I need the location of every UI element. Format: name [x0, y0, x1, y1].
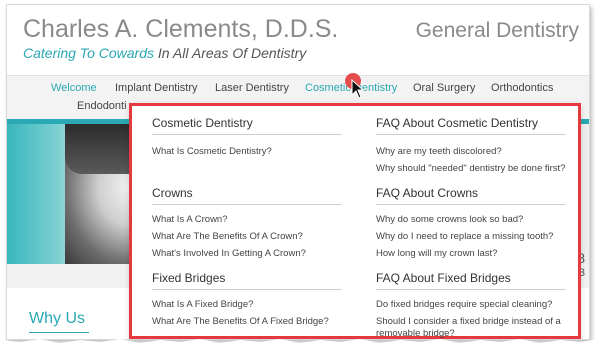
link-teeth-discolored[interactable]: Why are my teeth discolored? [376, 146, 502, 157]
cosmetic-dentistry-mega-menu: Cosmetic Dentistry What Is Cosmetic Dent… [129, 103, 581, 339]
link-replace-missing-tooth[interactable]: Why do I need to replace a missing tooth… [376, 231, 553, 242]
section-divider [152, 204, 342, 205]
section-title-crowns[interactable]: Crowns [152, 186, 193, 200]
link-crowns-look-bad[interactable]: Why do some crowns look so bad? [376, 214, 523, 225]
link-benefits-of-a-crown[interactable]: What Are The Benefits Of A Crown? [152, 231, 303, 242]
tagline: Catering To Cowards In All Areas Of Dent… [23, 45, 306, 61]
section-title-faq-cosmetic[interactable]: FAQ About Cosmetic Dentistry [376, 116, 538, 130]
section-divider [152, 134, 342, 135]
link-what-is-a-crown[interactable]: What Is A Crown? [152, 214, 228, 225]
link-getting-a-crown[interactable]: What's Involved In Getting A Crown? [152, 248, 306, 259]
why-us-underline [29, 332, 89, 333]
specialty-title: General Dentistry [415, 19, 579, 42]
section-title-fixed-bridges[interactable]: Fixed Bridges [152, 271, 225, 285]
tagline-accent: Catering To Cowards [23, 45, 154, 61]
browser-page: Charles A. Clements, D.D.S. Catering To … [6, 4, 590, 340]
site-header: Charles A. Clements, D.D.S. Catering To … [7, 5, 589, 75]
link-crown-last[interactable]: How long will my crown last? [376, 248, 497, 259]
nav-item-laser-dentistry[interactable]: Laser Dentistry [215, 82, 289, 94]
section-divider [376, 204, 566, 205]
link-benefits-of-a-fixed-bridge[interactable]: What Are The Benefits Of A Fixed Bridge? [152, 316, 329, 327]
section-title-faq-fixed-bridges[interactable]: FAQ About Fixed Bridges [376, 271, 511, 285]
nav-item-implant-dentistry[interactable]: Implant Dentistry [115, 82, 198, 94]
mouse-cursor-icon [351, 79, 365, 99]
why-us-heading: Why Us [29, 310, 85, 327]
section-divider [376, 289, 566, 290]
link-what-is-cosmetic-dentistry[interactable]: What Is Cosmetic Dentistry? [152, 146, 272, 157]
tagline-rest: In All Areas Of Dentistry [154, 45, 307, 61]
section-divider [152, 289, 342, 290]
link-bridges-special-cleaning[interactable]: Do fixed bridges require special cleanin… [376, 299, 552, 310]
nav-item-oral-surgery[interactable]: Oral Surgery [413, 82, 475, 94]
torn-edge [0, 339, 600, 346]
section-divider [376, 134, 566, 135]
nav-item-welcome[interactable]: Welcome [51, 82, 97, 94]
link-what-is-a-fixed-bridge[interactable]: What Is A Fixed Bridge? [152, 299, 253, 310]
nav-item-orthodontics[interactable]: Orthodontics [491, 82, 553, 94]
nav-item-endodontics[interactable]: Endodonti [77, 100, 127, 112]
practice-name[interactable]: Charles A. Clements, D.D.S. [23, 15, 338, 44]
section-title-faq-crowns[interactable]: FAQ About Crowns [376, 186, 478, 200]
section-title-cosmetic-dentistry[interactable]: Cosmetic Dentistry [152, 116, 253, 130]
link-needed-dentistry-first[interactable]: Why should "needed" dentistry be done fi… [376, 163, 565, 174]
